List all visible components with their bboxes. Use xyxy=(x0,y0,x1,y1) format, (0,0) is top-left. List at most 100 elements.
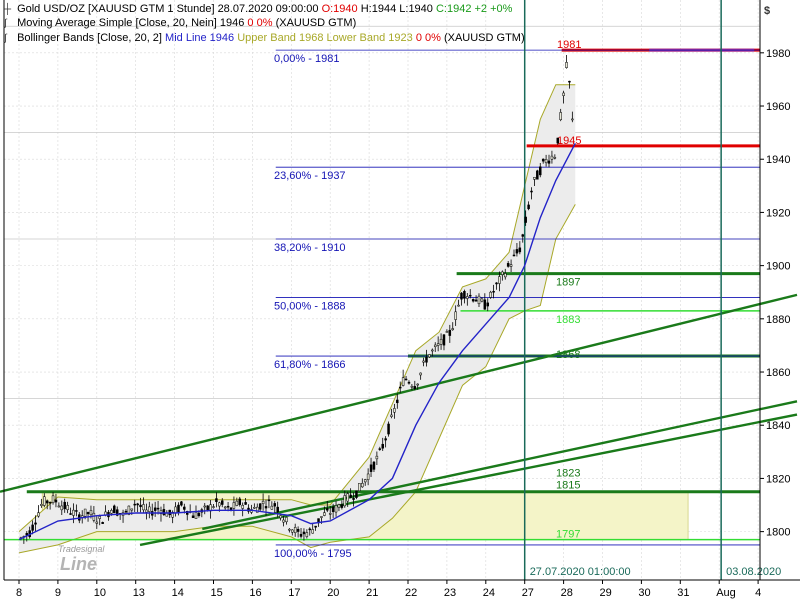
candle-body xyxy=(396,399,399,404)
candle-body xyxy=(343,495,347,507)
candle-body xyxy=(177,504,180,513)
candle-body xyxy=(235,500,239,506)
candle-body xyxy=(191,515,195,518)
candle-body xyxy=(314,525,317,528)
candle-body xyxy=(565,62,568,68)
candle-body xyxy=(334,505,338,513)
candle-body xyxy=(288,528,291,531)
candle-body xyxy=(477,295,481,305)
candle-body xyxy=(145,509,148,513)
candle-body xyxy=(60,505,64,511)
legend-instrument[interactable]: ┼ Gold USD/OZ [XAUUSD GTM 1 Stunde] 28.0… xyxy=(4,2,512,17)
candle-body xyxy=(133,503,136,506)
candle-body xyxy=(162,509,166,515)
candle-body xyxy=(124,510,128,513)
fib-label: 61,80% - 1866 xyxy=(274,359,346,371)
fib-label: 38,20% - 1910 xyxy=(274,242,346,254)
candle-body xyxy=(512,254,516,257)
candle-body xyxy=(223,506,227,509)
candle-body xyxy=(232,502,236,509)
candle-body xyxy=(40,504,43,506)
candle-body xyxy=(366,473,370,480)
x-tick-label: 10 xyxy=(94,587,106,599)
candle-body xyxy=(466,296,469,299)
candle-body xyxy=(194,512,198,519)
y-tick-label: 1980 xyxy=(766,48,790,60)
candle-body xyxy=(498,276,501,284)
y-tick-label: 1840 xyxy=(766,420,790,432)
x-tick-label: 31 xyxy=(677,587,689,599)
candle-body xyxy=(98,516,101,519)
x-tick-label: 29 xyxy=(600,587,612,599)
candle-body xyxy=(401,377,405,386)
vertical-marker-label: 27.07.2020 01:00:00 xyxy=(530,566,631,578)
candle-body xyxy=(253,507,256,509)
candle-body xyxy=(136,503,139,506)
x-tick-label: 4 xyxy=(755,587,761,599)
y-tick-label: 1940 xyxy=(766,154,790,166)
candle-body xyxy=(305,532,309,537)
x-tick-label: 21 xyxy=(366,587,378,599)
candle-body xyxy=(539,166,542,176)
bb-lower: Lower Band 1923 xyxy=(326,32,413,44)
level-label-1981: 1981 xyxy=(557,39,581,51)
candle-body xyxy=(215,498,218,503)
candle-body xyxy=(448,329,452,336)
candle-body xyxy=(387,423,390,435)
candle-body xyxy=(48,501,52,504)
candle-body xyxy=(180,501,183,506)
candle-body xyxy=(267,499,271,502)
candle-body xyxy=(218,502,221,507)
candle-body xyxy=(244,502,247,505)
candle-body xyxy=(282,519,285,523)
candle-body xyxy=(340,504,344,508)
vertical-marker-label: 03.08.2020 xyxy=(726,566,781,578)
candle-body xyxy=(203,505,206,508)
x-tick-label: Aug xyxy=(716,587,736,599)
candle-body xyxy=(331,506,335,512)
ma-source: (XAUUSD GTM) xyxy=(275,17,357,29)
candle-body xyxy=(533,176,536,180)
x-tick-label: 27 xyxy=(522,587,534,599)
candle-body xyxy=(31,524,34,531)
x-tick-label: 28 xyxy=(561,587,573,599)
ohlc-close: C:1942 +2 +0% xyxy=(435,3,513,15)
ma-label: Moving Average Simple [Close, 20, Nein] xyxy=(17,17,217,29)
candle-body xyxy=(361,483,364,488)
candle-body xyxy=(486,302,489,307)
candle-body xyxy=(372,461,376,470)
candle-body xyxy=(258,503,262,510)
ma-value: 1946 xyxy=(219,17,245,29)
y-tick-label: 1860 xyxy=(766,367,790,379)
candle-body xyxy=(37,512,40,517)
candle-body xyxy=(352,498,355,500)
level-label-1897: 1897 xyxy=(556,277,580,289)
candle-body xyxy=(355,490,358,498)
candle-body xyxy=(439,338,443,345)
chart-canvas[interactable]: 19811945189718831868182318151797 0,00% -… xyxy=(0,0,800,600)
candle-body xyxy=(506,263,510,267)
y-axis-labels: 1800 1820 1840 1860 1880 1900 1920 1940 1960 1980 xyxy=(760,48,790,539)
candle-body xyxy=(559,112,562,121)
candle-body xyxy=(556,137,560,144)
candle-body xyxy=(471,299,475,302)
y-tick-label: 1800 xyxy=(766,527,790,539)
candle-body xyxy=(241,505,244,509)
candle-body xyxy=(51,495,55,503)
legend-bollinger[interactable]: ∫ Bollinger Bands [Close, 20, 2] Mid Lin… xyxy=(4,31,525,46)
x-tick-label: 13 xyxy=(133,587,145,599)
fib-label: 23,60% - 1937 xyxy=(274,170,346,182)
x-tick-label: 17 xyxy=(288,587,300,599)
candle-body xyxy=(474,299,478,302)
legend-moving-average[interactable]: ∫ Moving Average Simple [Close, 20, Nein… xyxy=(4,16,356,31)
candle-body xyxy=(72,509,75,516)
candle-body xyxy=(276,506,279,513)
candle-body xyxy=(130,508,134,511)
candle-body xyxy=(63,501,66,510)
candle-body xyxy=(562,92,565,96)
y-tick-label: 1880 xyxy=(766,314,790,326)
candle-body xyxy=(183,506,186,510)
y-tick-label: 1820 xyxy=(766,473,790,485)
candle-body xyxy=(270,505,274,510)
candle-body xyxy=(110,510,113,514)
